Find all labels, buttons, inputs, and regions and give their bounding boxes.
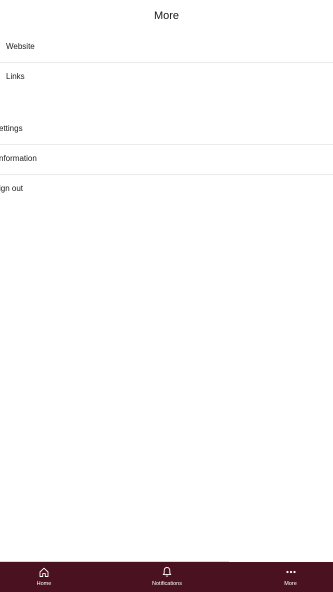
menu-item-label: Website [6, 42, 35, 51]
tab-home[interactable]: Home [0, 562, 88, 592]
tab-label: Home [36, 581, 52, 587]
menu-item-label: Links [6, 72, 25, 81]
menu-item-label: ign out [0, 184, 24, 193]
menu-item-label: ettings [0, 124, 23, 133]
menu-item-information[interactable]: nformation [0, 145, 333, 175]
menu-item-label: nformation [0, 154, 37, 163]
menu-item-sign-out[interactable]: ign out [0, 175, 333, 205]
menu-item-links[interactable]: Links [0, 63, 333, 93]
more-dots-icon [285, 570, 296, 574]
tab-notifications[interactable]: Notifications [121, 562, 213, 592]
tab-more[interactable]: More [248, 562, 333, 592]
menu-item-website[interactable]: Website [0, 33, 333, 63]
page-title: More [153, 10, 180, 22]
bell-icon [162, 567, 172, 577]
tab-label: More [284, 581, 297, 587]
top-bar: More [0, 0, 333, 33]
bottom-navigation-bar: Home Notifications More [0, 561, 333, 592]
menu-item-settings[interactable]: ettings [0, 115, 333, 145]
tab-label: Notifications [152, 581, 182, 587]
home-icon [39, 567, 49, 577]
